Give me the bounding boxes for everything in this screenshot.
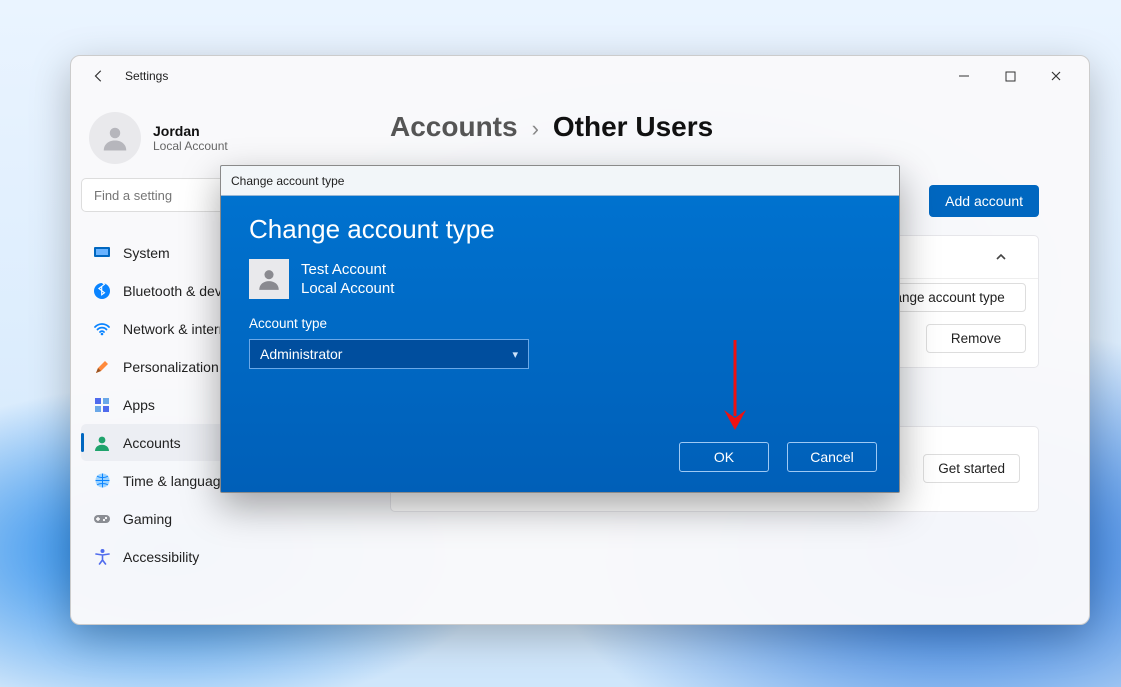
dialog-heading: Change account type — [249, 214, 871, 245]
sidebar-item-label: Accounts — [123, 435, 181, 451]
window-title: Settings — [125, 69, 168, 83]
user-icon — [249, 259, 289, 299]
sidebar-item-accessibility[interactable]: Accessibility — [81, 538, 356, 575]
access-icon — [93, 548, 111, 566]
breadcrumb: Accounts › Other Users — [390, 111, 1039, 143]
globe-icon — [93, 472, 111, 490]
sidebar-item-label: System — [123, 245, 170, 261]
dialog-account-name: Test Account — [301, 260, 394, 280]
sidebar-item-label: Time & language — [123, 473, 228, 489]
dialog-title: Change account type — [231, 174, 344, 188]
dialog-account-row: Test Account Local Account — [249, 259, 871, 299]
apps-icon — [93, 396, 111, 414]
dialog-titlebar: Change account type — [221, 166, 899, 196]
sidebar-item-label: Personalization — [123, 359, 219, 375]
chevron-up-icon — [994, 250, 1020, 264]
sidebar-item-gaming[interactable]: Gaming — [81, 500, 356, 537]
avatar — [89, 112, 141, 164]
close-button[interactable] — [1033, 60, 1079, 92]
wifi-icon — [93, 320, 111, 338]
maximize-button[interactable] — [987, 60, 1033, 92]
remove-account-button[interactable]: Remove — [926, 324, 1026, 353]
breadcrumb-separator: › — [532, 116, 539, 142]
add-account-button[interactable]: Add account — [929, 185, 1039, 217]
cancel-button[interactable]: Cancel — [787, 442, 877, 472]
display-icon — [93, 244, 111, 262]
brush-icon — [93, 358, 111, 376]
change-account-type-dialog: Change account type Change account type … — [220, 165, 900, 493]
breadcrumb-parent[interactable]: Accounts — [390, 111, 518, 143]
profile-name: Jordan — [153, 123, 228, 139]
account-type-dropdown[interactable]: Administrator ▾ — [249, 339, 529, 369]
kiosk-get-started-button[interactable]: Get started — [923, 454, 1020, 483]
breadcrumb-current: Other Users — [553, 111, 713, 143]
back-button[interactable] — [85, 62, 113, 90]
profile-subtitle: Local Account — [153, 139, 228, 153]
account-type-label: Account type — [249, 316, 327, 331]
minimize-button[interactable] — [941, 60, 987, 92]
ok-button[interactable]: OK — [679, 442, 769, 472]
gamepad-icon — [93, 510, 111, 528]
sidebar-item-label: Apps — [123, 397, 155, 413]
titlebar: Settings — [71, 56, 1089, 96]
person-icon — [93, 434, 111, 452]
chevron-down-icon: ▾ — [512, 348, 518, 361]
dialog-account-sub: Local Account — [301, 279, 394, 299]
account-type-value: Administrator — [260, 346, 342, 362]
sidebar-item-label: Gaming — [123, 511, 172, 527]
sidebar-item-label: Accessibility — [123, 549, 199, 565]
bluetooth-icon — [93, 282, 111, 300]
